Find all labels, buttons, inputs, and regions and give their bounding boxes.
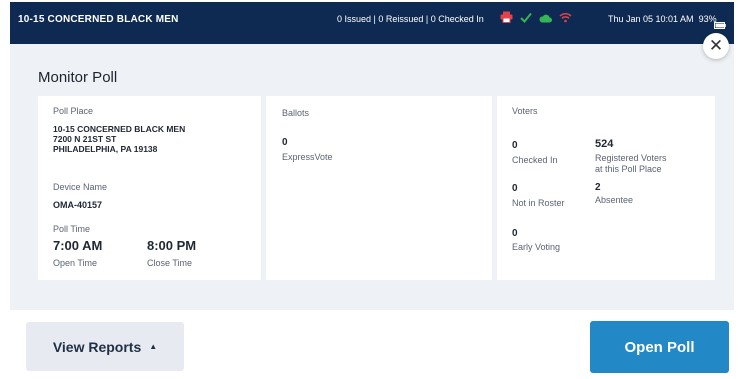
not-in-roster-count: 0 bbox=[512, 183, 518, 194]
checked-in-label: Checked In bbox=[512, 155, 558, 165]
ballots-count: 0 bbox=[282, 137, 288, 148]
absentee-count: 2 bbox=[595, 182, 601, 193]
cloud-icon bbox=[539, 10, 552, 28]
absentee-label: Absentee bbox=[595, 195, 634, 205]
caret-up-icon: ▲ bbox=[149, 342, 158, 351]
poll-place-address: 10-15 CONCERNED BLACK MEN 7200 N 21ST ST… bbox=[53, 124, 185, 154]
close-time-value: 8:00 PM bbox=[147, 238, 197, 253]
ballots-label: Ballots bbox=[282, 108, 310, 118]
poll-place-label: Poll Place bbox=[53, 106, 94, 116]
view-reports-button[interactable]: View Reports ▲ bbox=[26, 322, 184, 371]
header-datetime: Thu Jan 05 10:01 AM 93% bbox=[608, 14, 717, 24]
voters-card: Voters 0 Checked In 524 Registered Voter… bbox=[497, 96, 715, 280]
header-counts: 0 Issued | 0 Reissued | 0 Checked In bbox=[337, 14, 484, 24]
early-voting-count: 0 bbox=[512, 228, 518, 239]
wifi-icon[interactable] bbox=[559, 10, 572, 28]
poll-time-label: Poll Time bbox=[53, 224, 91, 234]
device-name-label: Device Name bbox=[53, 182, 108, 192]
check-icon bbox=[520, 10, 532, 28]
page-title: Monitor Poll bbox=[38, 69, 118, 86]
action-bar: View Reports ▲ Open Poll bbox=[0, 310, 745, 379]
registered-voters-label-2: at this Poll Place bbox=[595, 164, 662, 174]
poll-place-card: Poll Place 10-15 CONCERNED BLACK MEN 720… bbox=[38, 96, 261, 280]
checked-in-count: 0 bbox=[512, 140, 518, 151]
not-in-roster-label: Not in Roster bbox=[512, 198, 565, 208]
open-poll-button[interactable]: Open Poll bbox=[590, 321, 729, 373]
header-poll-name: 10-15 CONCERNED BLACK MEN bbox=[18, 14, 179, 25]
voters-label: Voters bbox=[512, 106, 538, 116]
ballots-card: Ballots 0 ExpressVote bbox=[266, 96, 492, 280]
registered-voters-count: 524 bbox=[595, 138, 614, 150]
poll-place-city: PHILADELPHIA, PA 19138 bbox=[53, 144, 158, 154]
monitor-poll-modal: Monitor Poll Poll Place 10-15 CONCERNED … bbox=[10, 44, 734, 310]
early-voting-label: Early Voting bbox=[512, 242, 561, 252]
poll-place-name: 10-15 CONCERNED BLACK MEN bbox=[53, 124, 186, 134]
battery-icon bbox=[714, 16, 726, 34]
close-time-label: Close Time bbox=[147, 258, 193, 268]
status-icons bbox=[500, 11, 572, 27]
device-name-value: OMA-40157 bbox=[53, 200, 103, 210]
view-reports-label: View Reports bbox=[52, 338, 142, 355]
open-time-value: 7:00 AM bbox=[53, 238, 103, 253]
status-bar: 10-15 CONCERNED BLACK MEN 0 Issued | 0 R… bbox=[10, 2, 734, 44]
close-button[interactable]: ✕ bbox=[703, 33, 729, 59]
ballots-count-label: ExpressVote bbox=[282, 152, 333, 162]
printer-icon[interactable] bbox=[500, 10, 513, 28]
open-poll-label: Open Poll bbox=[624, 338, 695, 356]
registered-voters-label-1: Registered Voters bbox=[595, 153, 667, 163]
poll-place-street: 7200 N 21ST ST bbox=[53, 134, 117, 144]
close-icon: ✕ bbox=[708, 36, 724, 55]
open-time-label: Open Time bbox=[53, 258, 98, 268]
